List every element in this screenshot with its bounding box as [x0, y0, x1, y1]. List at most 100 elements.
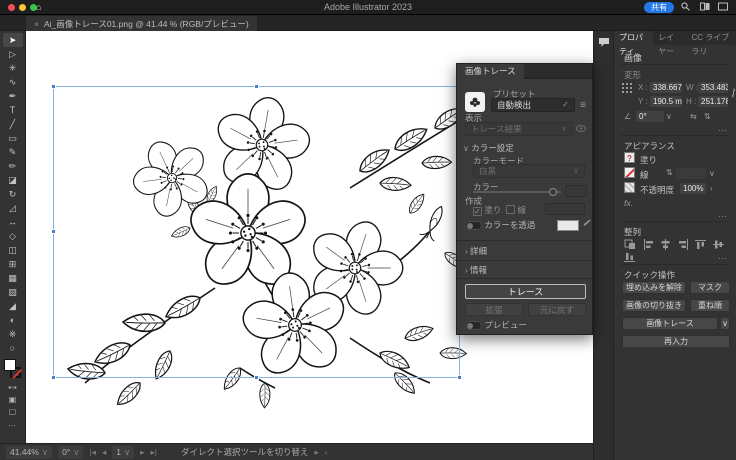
eye-icon[interactable]	[576, 124, 586, 134]
image-trace-button[interactable]: 画像トレース	[622, 317, 718, 330]
drawing-mode-icon[interactable]: ▣	[9, 393, 17, 405]
preview-toggle[interactable]	[465, 321, 482, 330]
selection-handle[interactable]	[51, 84, 56, 89]
selection-tool[interactable]: ➤	[3, 33, 23, 47]
first-artboard-icon[interactable]: |◂	[89, 447, 95, 458]
direct-selection-tool[interactable]: ▷	[3, 47, 23, 61]
color-mode-select[interactable]: 白黒∨	[473, 164, 585, 178]
stroke-checkbox[interactable]	[506, 205, 515, 214]
fill-swatch-unknown[interactable]: ?	[624, 152, 635, 163]
advanced-section[interactable]: › 詳細	[465, 245, 487, 257]
x-field[interactable]: 338.667	[650, 82, 682, 93]
preset-select[interactable]: 自動検出✓	[491, 98, 575, 112]
y-field[interactable]: 190.5 m	[650, 96, 682, 107]
undo-button[interactable]: 元に戻す	[528, 303, 586, 316]
lasso-tool[interactable]: ∿	[3, 75, 23, 89]
gradient-tool[interactable]: ▨	[3, 285, 23, 299]
tab-layers[interactable]: レイヤー	[653, 31, 686, 45]
zoom-tool[interactable]: ○	[3, 341, 23, 355]
reference-point-locator[interactable]	[622, 83, 633, 94]
appearance-more-options[interactable]: …	[718, 209, 728, 219]
free-transform-tool[interactable]: ◇	[3, 229, 23, 243]
rotation-select[interactable]: 0°	[636, 111, 664, 122]
stroke-swatch-none[interactable]	[624, 167, 635, 178]
next-artboard-icon[interactable]: ▸	[140, 447, 144, 458]
trace-preset-icon[interactable]	[465, 92, 485, 112]
transform-more-options[interactable]: …	[718, 123, 728, 133]
rotate-tool[interactable]: ↻	[3, 187, 23, 201]
shape-builder-tool[interactable]: ◫	[3, 243, 23, 257]
expand-button[interactable]: 拡張	[465, 303, 523, 316]
align-to-selection-icon[interactable]	[624, 239, 636, 252]
fx-icon[interactable]: fx.	[624, 198, 633, 208]
document-tab[interactable]: × Ai_画像トレース01.png @ 41.44 % (RGB/プレビュー)	[26, 16, 257, 31]
trace-button[interactable]: トレース	[465, 284, 586, 299]
opacity-field[interactable]: 100%	[680, 183, 706, 194]
blend-tool[interactable]: ◐	[3, 313, 23, 327]
crop-image-button[interactable]: 画像の切り抜き	[622, 299, 686, 312]
mesh-tool[interactable]: ▦	[3, 271, 23, 285]
opacity-more-icon[interactable]: ›	[710, 184, 713, 193]
view-select[interactable]: トレース結果∨	[465, 122, 573, 136]
align-more-options[interactable]: …	[718, 251, 728, 261]
color-slider-knob[interactable]	[549, 188, 557, 196]
h-field[interactable]: 251.178	[698, 96, 728, 107]
eraser-tool[interactable]: ◪	[3, 173, 23, 187]
stroke-weight-stepper[interactable]: ⇅	[666, 168, 673, 177]
type-tool[interactable]: T	[3, 103, 23, 117]
last-artboard-icon[interactable]: ▸|	[150, 447, 156, 458]
perspective-grid-tool[interactable]: ⊞	[3, 257, 23, 271]
arrange-button[interactable]: 重ね順	[690, 299, 730, 312]
flip-horizontal-icon[interactable]: ⇆	[690, 112, 697, 121]
mask-button[interactable]: マスク	[690, 281, 730, 294]
pen-tool[interactable]: ✒	[3, 89, 23, 103]
status-collapse-icon[interactable]: ‹	[325, 447, 328, 457]
align-center-horizontal-icon[interactable]	[660, 239, 671, 252]
align-top-icon[interactable]	[695, 239, 706, 252]
stroke-weight-caret[interactable]: ∨	[709, 169, 715, 178]
close-tab-icon[interactable]: ×	[34, 19, 39, 29]
width-tool[interactable]: ↔	[3, 215, 23, 229]
color-mode-buttons[interactable]: ▪▫▪	[8, 381, 17, 393]
color-settings-header[interactable]: ∨ カラー設定	[463, 142, 514, 154]
tab-properties[interactable]: プロパティ	[614, 31, 653, 45]
artboard-navigation-select[interactable]: 1∨	[112, 446, 134, 459]
zoom-level-select[interactable]: 41.44%∨	[6, 446, 52, 459]
preset-menu-icon[interactable]: ≡	[580, 100, 586, 111]
transparent-color-swatch[interactable]	[557, 220, 579, 231]
search-icon[interactable]	[681, 2, 690, 13]
previous-artboard-icon[interactable]: ◂	[102, 447, 106, 458]
screen-mode-toolbar-icon[interactable]: ▢	[9, 405, 17, 417]
fill-checkbox[interactable]: ✓	[473, 207, 482, 216]
info-section[interactable]: › 情報	[465, 264, 487, 276]
selection-bounding-box[interactable]	[53, 86, 460, 378]
share-button[interactable]: 共有	[644, 2, 674, 13]
fill-swatch[interactable]	[4, 359, 16, 371]
paintbrush-tool[interactable]: ✎	[3, 145, 23, 159]
color-slider[interactable]	[473, 191, 561, 193]
stroke-width-box[interactable]	[545, 203, 585, 215]
selection-handle[interactable]	[51, 229, 56, 234]
rotation-view-select[interactable]: 0°∨	[58, 446, 83, 459]
flip-vertical-icon[interactable]: ⇅	[704, 112, 711, 121]
link-dimensions-icon[interactable]	[730, 88, 736, 100]
line-segment-tool[interactable]: ╱	[3, 117, 23, 131]
selection-handle[interactable]	[254, 84, 259, 89]
selection-handle[interactable]	[51, 375, 56, 380]
fill-stroke-swatches[interactable]	[3, 359, 23, 381]
selection-handle[interactable]	[254, 375, 259, 380]
comments-icon[interactable]	[598, 37, 610, 50]
image-trace-preset-caret[interactable]: ∨	[720, 317, 730, 330]
align-right-icon[interactable]	[678, 239, 689, 252]
unembed-button[interactable]: 埋め込みを解除	[622, 281, 686, 294]
screen-mode-icon[interactable]	[718, 2, 728, 13]
pencil-tool[interactable]: ✏	[3, 159, 23, 173]
eyedropper-tool[interactable]: ◢	[3, 299, 23, 313]
edit-toolbar-icon[interactable]: …	[8, 417, 17, 429]
rotation-caret-icon[interactable]: ∨	[666, 112, 672, 121]
status-play-icon[interactable]: ▸	[314, 447, 318, 458]
eyedropper-icon[interactable]	[583, 219, 591, 230]
relink-button[interactable]: 再入力	[622, 335, 730, 348]
tab-cc-libraries[interactable]: CC ライブラリ	[686, 31, 736, 45]
rectangle-tool[interactable]: ▭	[3, 131, 23, 145]
